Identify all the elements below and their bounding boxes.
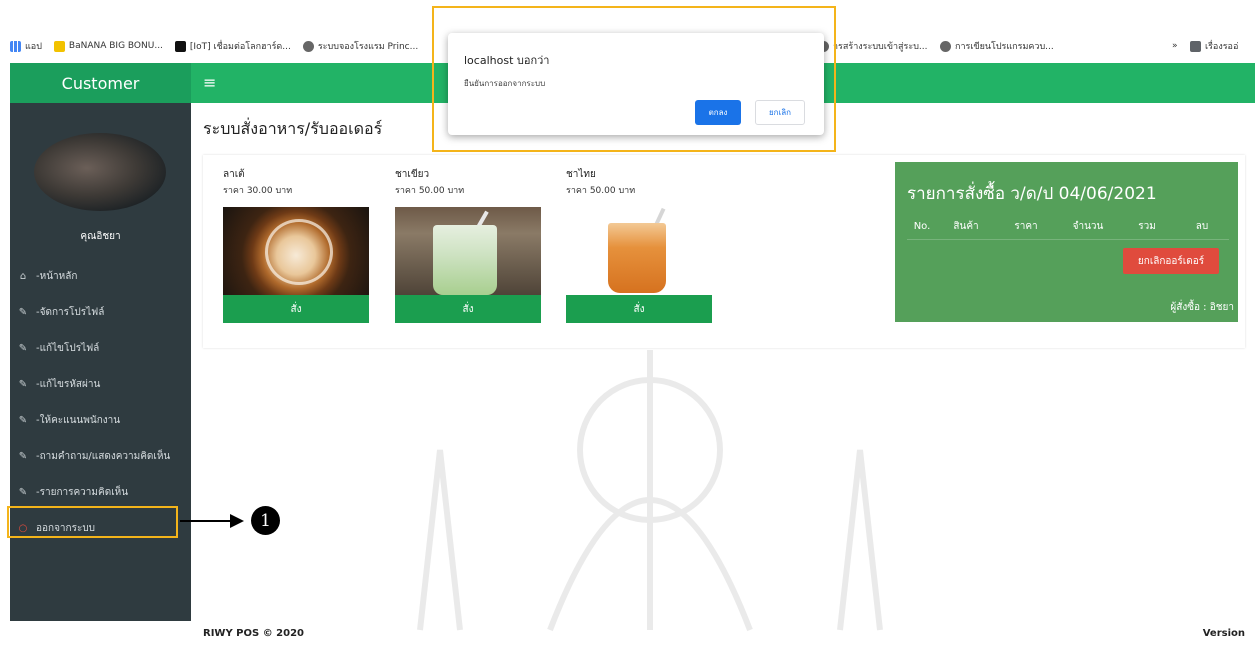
reading-list-icon	[1190, 40, 1201, 52]
confirm-dialog: localhost บอกว่า ยืนยันการออกจากระบบ ตกล…	[448, 33, 824, 135]
bookmark-apps-label: แอป	[25, 42, 42, 52]
product-card: ลาเต้ ราคา 30.00 บาท สั่ง	[223, 167, 369, 323]
product-card: ชาเขียว ราคา 50.00 บาท สั่ง	[395, 167, 541, 323]
university-seal-watermark	[417, 350, 883, 632]
hamburger-menu-icon[interactable]: ≡	[203, 73, 216, 92]
bookmark-label: ระบบจองโรงแรม Princ...	[317, 42, 419, 52]
orderer-label: ผู้สั่งซื้อ : อิชยา	[1170, 302, 1234, 313]
bookmark-apps[interactable]: แอป	[10, 39, 42, 53]
sidebar-item-label: -ถามคำถาม/แสดงความคิดเห็น	[36, 450, 171, 462]
sidebar-item-change-password[interactable]: ✎ -แก้ไขรหัสผ่าน	[10, 366, 191, 402]
order-button[interactable]: สั่ง	[223, 295, 369, 323]
order-panel: รายการสั่งซื้อ ว/ด/ป 04/06/2021 No. สินค…	[895, 162, 1238, 322]
bookmark-label: ารสร้างระบบเข้าสู่ระบ...	[833, 42, 928, 52]
cancel-order-button[interactable]: ยกเลิกออร์เดอร์	[1123, 248, 1219, 274]
arrow-head-icon	[230, 514, 244, 528]
product-name: ชาเขียว	[395, 169, 430, 180]
bookmark-item[interactable]: [IoT] เชื่อมต่อโลกฮาร์ด...	[174, 39, 291, 53]
bookmarks-overflow[interactable]: »	[1172, 41, 1178, 51]
app-title: Customer	[10, 63, 191, 103]
latte-image	[223, 207, 369, 295]
home-icon: ⌂	[19, 270, 27, 282]
sidebar-item-label: -แก้ไขโปรไฟล์	[36, 342, 100, 354]
column-header: จำนวน	[1072, 221, 1104, 232]
globe-icon	[302, 40, 314, 52]
footer-version: Version	[1202, 628, 1245, 639]
column-header: รวม	[1138, 221, 1156, 232]
dialog-title: localhost บอกว่า	[464, 54, 550, 67]
order-title: รายการสั่งซื้อ ว/ด/ป 04/06/2021	[907, 184, 1157, 204]
bookmark-item[interactable]: BaNANA BIG BONU...	[53, 40, 163, 52]
reading-list[interactable]: เรื่องรออ่	[1190, 39, 1238, 53]
edit-icon: ✎	[18, 378, 28, 390]
bookmark-item[interactable]: การเขียนโปรแกรมควบ...	[940, 39, 1054, 53]
cancel-button[interactable]: ยกเลิก	[755, 100, 805, 125]
apps-grid-icon	[10, 40, 21, 52]
sidebar-item-ask-question[interactable]: ✎ -ถามคำถาม/แสดงความคิดเห็น	[10, 438, 191, 474]
user-name: คุณอิชยา	[80, 231, 121, 242]
annotation-arrow	[180, 520, 232, 522]
sidebar-item-edit-profile[interactable]: ✎ -แก้ไขโปรไฟล์	[10, 330, 191, 366]
overflow-icon: »	[1172, 41, 1178, 51]
logout-highlight-box	[7, 506, 178, 538]
edit-icon: ✎	[18, 306, 28, 318]
edit-icon: ✎	[18, 414, 28, 426]
sidebar-item-home[interactable]: ⌂ -หน้าหลัก	[10, 258, 191, 294]
sidebar-item-comments[interactable]: ✎ -รายการความคิดเห็น	[10, 474, 191, 510]
bookmark-item[interactable]: ระบบจองโรงแรม Princ...	[302, 39, 419, 53]
product-card: ชาไทย ราคา 50.00 บาท สั่ง	[566, 167, 712, 323]
column-header: No.	[913, 221, 931, 232]
page-title: ระบบสั่งอาหาร/รับออเดอร์	[203, 119, 383, 138]
sidebar-item-manage-profile[interactable]: ✎ -จัดการโปรไฟล์	[10, 294, 191, 330]
product-name: ลาเต้	[223, 169, 245, 180]
footer-copyright: RIWY POS © 2020	[203, 628, 305, 639]
column-header: ลบ	[1195, 221, 1209, 232]
sidebar-item-label: -หน้าหลัก	[36, 270, 78, 282]
bookmark-label: BaNANA BIG BONU...	[68, 41, 163, 51]
edit-icon: ✎	[18, 450, 28, 462]
column-header: ราคา	[1014, 221, 1038, 232]
sidebar-item-rate-staff[interactable]: ✎ -ให้คะแนนพนักงาน	[10, 402, 191, 438]
sidebar: คุณอิชยา ⌂ -หน้าหลัก ✎ -จัดการโปรไฟล์ ✎ …	[10, 103, 191, 621]
globe-icon	[940, 40, 951, 52]
edit-icon: ✎	[18, 486, 28, 498]
medium-icon	[174, 40, 186, 52]
reading-list-label: เรื่องรออ่	[1205, 42, 1239, 52]
edit-icon: ✎	[18, 342, 28, 354]
bookmark-label: การเขียนโปรแกรมควบ...	[955, 42, 1054, 52]
product-price: ราคา 50.00 บาท	[566, 186, 636, 196]
dialog-message: ยืนยันการออกจากระบบ	[464, 79, 546, 88]
sidebar-menu: ⌂ -หน้าหลัก ✎ -จัดการโปรไฟล์ ✎ -แก้ไขโปร…	[10, 258, 191, 546]
column-header: สินค้า	[953, 221, 979, 232]
sidebar-item-label: -ให้คะแนนพนักงาน	[36, 414, 121, 426]
order-button[interactable]: สั่ง	[395, 295, 541, 323]
thai-tea-image	[566, 207, 712, 295]
bookmark-label: [IoT] เชื่อมต่อโลกฮาร์ด...	[189, 42, 291, 52]
green-tea-image	[395, 207, 541, 295]
callout-number: 1	[251, 506, 280, 535]
product-price: ราคา 50.00 บาท	[395, 186, 465, 196]
avatar	[34, 133, 166, 211]
ok-button[interactable]: ตกลง	[695, 100, 741, 125]
banana-icon	[53, 40, 65, 52]
order-button[interactable]: สั่ง	[566, 295, 712, 323]
order-table-header: No. สินค้า ราคา จำนวน รวม ลบ	[907, 214, 1229, 240]
sidebar-item-label: -แก้ไขรหัสผ่าน	[36, 378, 101, 390]
sidebar-item-label: -จัดการโปรไฟล์	[36, 306, 105, 318]
product-name: ชาไทย	[566, 169, 596, 180]
screenshot: แอป BaNANA BIG BONU... [IoT] เชื่อมต่อโล…	[0, 0, 1255, 648]
product-price: ราคา 30.00 บาท	[223, 186, 293, 196]
sidebar-item-label: -รายการความคิดเห็น	[36, 486, 129, 498]
